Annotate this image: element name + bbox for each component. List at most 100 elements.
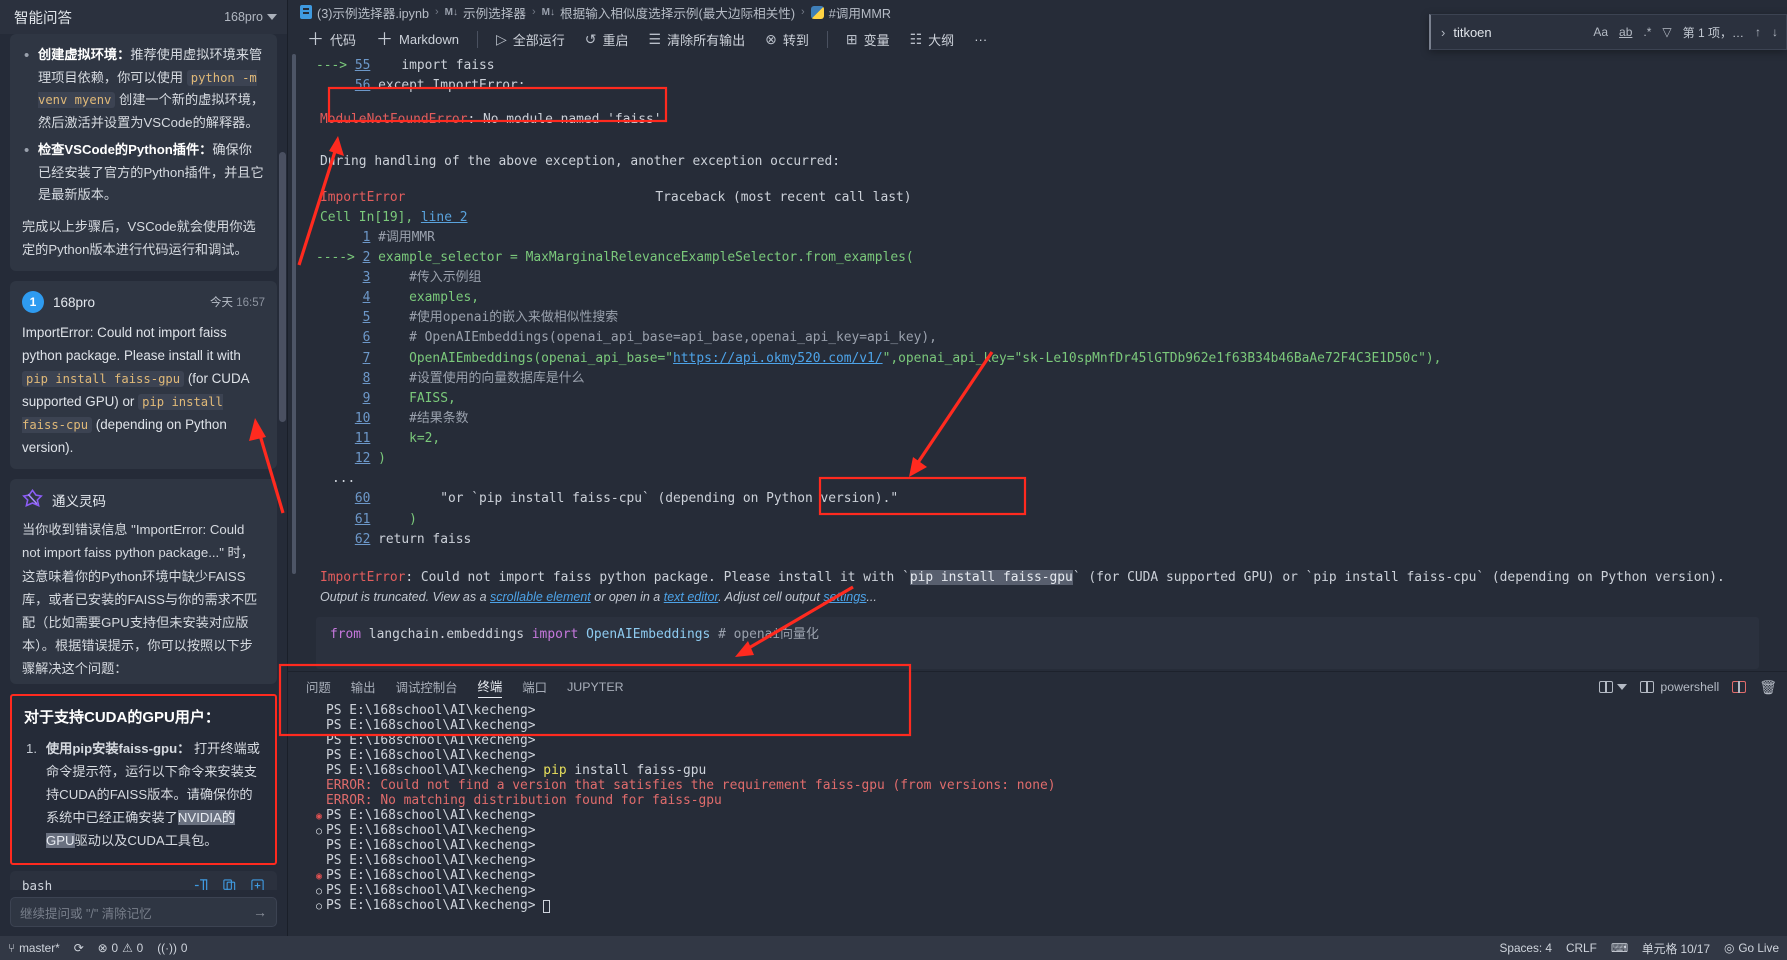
- output-line: 56 except ImportError:: [316, 76, 1787, 96]
- terminal-shell-entry[interactable]: powershell: [1640, 680, 1719, 694]
- more-actions-button[interactable]: ···: [965, 29, 996, 50]
- code-language-label: bash: [22, 877, 53, 890]
- send-icon[interactable]: →: [253, 904, 267, 920]
- find-options: Aa ab .* ▽ 第 1 项，… ↑ ↓: [1593, 24, 1778, 41]
- line-number[interactable]: 6: [363, 330, 371, 345]
- status-bar-right: Spaces: 4 CRLF ⌨ 单元格 10/17 ◎ Go Live: [1500, 940, 1779, 957]
- line-number[interactable]: 12: [355, 451, 371, 466]
- warning-count: 0: [136, 941, 144, 955]
- breadcrumb-item-3[interactable]: M↓ 根据输入相似度选择示例(最大边际相关性): [542, 3, 795, 22]
- line-number[interactable]: 3: [363, 270, 371, 285]
- line-link[interactable]: line 2: [421, 210, 468, 225]
- sync-status[interactable]: ⟳: [74, 941, 84, 955]
- line-number[interactable]: 62: [355, 532, 371, 547]
- next-match-icon[interactable]: ↓: [1772, 25, 1778, 39]
- settings-link[interactable]: settings: [823, 590, 866, 604]
- terminal-line-active: ○ PS E:\168school\AI\kecheng>: [312, 898, 1787, 914]
- highlighted-command: pip install faiss-gpu: [909, 569, 1073, 585]
- workbench-body: 智能问答 168pro 创建虚拟环境：推荐使用虚拟环境来管理项目依赖，你可以使用…: [0, 0, 1787, 936]
- chat-scrollbar[interactable]: [279, 152, 286, 422]
- restart-kernel-button[interactable]: ↺ 重启: [576, 27, 638, 52]
- line-code: k=2,: [378, 431, 441, 446]
- goto-button[interactable]: ⊗ 转到: [756, 27, 818, 52]
- breadcrumb-file[interactable]: (3)示例选择器.ipynb: [300, 3, 429, 22]
- run-all-button[interactable]: ▷ 全部运行: [487, 27, 574, 52]
- previous-match-icon[interactable]: ↑: [1755, 25, 1761, 39]
- line-number[interactable]: 7: [363, 351, 371, 366]
- breadcrumb-item-4[interactable]: #调用MMR: [810, 3, 891, 22]
- git-branch-status[interactable]: ⑂ master*: [8, 941, 60, 955]
- match-case-icon[interactable]: Aa: [1593, 25, 1608, 39]
- line-number[interactable]: 5: [363, 310, 371, 325]
- notebook-kernel-icon[interactable]: ⌨: [1611, 941, 1628, 955]
- step-text-b: 驱动以及CUDA工具包。: [74, 833, 218, 849]
- terminal-line: PS E:\168school\AI\kecheng>: [312, 733, 1787, 749]
- tab-problems[interactable]: 问题: [306, 678, 331, 696]
- tab-terminal[interactable]: 终端: [477, 677, 503, 698]
- bullet-list: 创建虚拟环境：推荐使用虚拟环境来管理项目依赖，你可以使用 python -m v…: [22, 43, 265, 207]
- panel-header: 问题 输出 调试控制台 终端 端口 JUPYTER powershell 🗑: [288, 672, 1787, 702]
- add-code-cell-button[interactable]: ＋ 代码: [298, 27, 365, 52]
- filter-icon[interactable]: ▽: [1662, 25, 1671, 39]
- outline-button[interactable]: ☷ 大纲: [901, 27, 964, 52]
- go-live-label: Go Live: [1738, 941, 1779, 955]
- add-markdown-cell-button[interactable]: ＋ Markdown: [367, 28, 468, 51]
- text-editor-link[interactable]: text editor: [664, 590, 718, 604]
- eol-status[interactable]: CRLF: [1566, 941, 1597, 955]
- whole-word-icon[interactable]: ab: [1619, 25, 1632, 39]
- go-live-status[interactable]: ◎ Go Live: [1724, 941, 1779, 955]
- tab-ports[interactable]: 端口: [522, 678, 547, 696]
- tab-output[interactable]: 输出: [351, 678, 376, 696]
- insert-into-terminal-icon[interactable]: [194, 878, 209, 890]
- error-message: : No module named 'faiss': [467, 112, 662, 128]
- variables-icon: ⊞: [845, 30, 858, 47]
- chat-input[interactable]: 继续提问或 "/" 清除记忆 →: [10, 897, 277, 927]
- terminal-line: ○ PS E:\168school\AI\kecheng>: [312, 883, 1787, 899]
- regex-icon[interactable]: .*: [1643, 25, 1651, 39]
- line-number[interactable]: 60: [355, 491, 371, 506]
- copy-icon[interactable]: [222, 878, 237, 890]
- chevron-right-icon[interactable]: ›: [1441, 25, 1445, 40]
- variables-button[interactable]: ⊞ 变量: [837, 27, 899, 52]
- chat-message-list[interactable]: 创建虚拟环境：推荐使用虚拟环境来管理项目依赖，你可以使用 python -m v…: [0, 34, 287, 890]
- line-number[interactable]: 61: [355, 512, 371, 527]
- chat-input-area: 继续提问或 "/" 清除记忆 →: [0, 890, 287, 936]
- tab-debug-console[interactable]: 调试控制台: [396, 678, 458, 696]
- notebook-scroll-area[interactable]: ---> 55 import faiss 56 except ImportErr…: [288, 54, 1787, 671]
- line-number[interactable]: 10: [355, 411, 371, 426]
- radio-tower-status[interactable]: ((·)) 0: [157, 941, 187, 955]
- terminal-error-text: ERROR: Could not find a version that sat…: [326, 778, 1056, 794]
- scrollable-element-link[interactable]: scrollable element: [490, 590, 591, 604]
- assistant-message-partial: 创建虚拟环境：推荐使用虚拟环境来管理项目依赖，你可以使用 python -m v…: [10, 34, 277, 272]
- new-terminal-button[interactable]: [1599, 681, 1628, 693]
- problems-status[interactable]: ⊗ 0 ⚠ 0: [98, 941, 144, 955]
- tab-jupyter[interactable]: JUPYTER: [567, 680, 623, 694]
- line-number[interactable]: 9: [363, 391, 371, 406]
- api-base-url-link[interactable]: https://api.okmy520.com/v1/: [673, 351, 883, 366]
- split-terminal-button[interactable]: [1732, 681, 1747, 693]
- line-number[interactable]: 1: [363, 230, 371, 245]
- markdown-icon: M↓: [444, 6, 458, 18]
- indentation-status[interactable]: Spaces: 4: [1500, 941, 1552, 955]
- command-failed-icon: ◉: [315, 870, 323, 882]
- line-number[interactable]: 55: [355, 58, 371, 73]
- trash-icon[interactable]: 🗑: [1759, 679, 1777, 696]
- terminal-prompt: PS E:\168school\AI\kecheng>: [326, 823, 536, 839]
- cell-position-status[interactable]: 单元格 10/17: [1642, 940, 1710, 957]
- breadcrumb-item-2[interactable]: M↓ 示例选择器: [445, 3, 526, 22]
- restart-label: 重启: [602, 32, 629, 48]
- next-code-cell[interactable]: from langchain.embeddings import OpenAIE…: [316, 617, 1759, 670]
- user-message-header: 1 168pro 今天 16:57: [22, 291, 265, 314]
- terminal-body[interactable]: PS E:\168school\AI\kecheng> PS E:\168sch…: [288, 702, 1787, 936]
- insert-icon[interactable]: [250, 878, 265, 890]
- search-input[interactable]: titkoen: [1453, 25, 1585, 40]
- line-number[interactable]: 56: [355, 78, 371, 93]
- line-number[interactable]: 2: [363, 250, 371, 265]
- line-number[interactable]: 4: [363, 290, 371, 305]
- clear-outputs-button[interactable]: ☰ 清除所有输出: [640, 27, 755, 52]
- list-item: 创建虚拟环境：推荐使用虚拟环境来管理项目依赖，你可以使用 python -m v…: [22, 43, 265, 135]
- line-number[interactable]: 11: [355, 431, 371, 446]
- model-selector[interactable]: 168pro: [224, 10, 277, 24]
- clear-outputs-label: 清除所有输出: [667, 32, 746, 48]
- line-number[interactable]: 8: [363, 371, 371, 386]
